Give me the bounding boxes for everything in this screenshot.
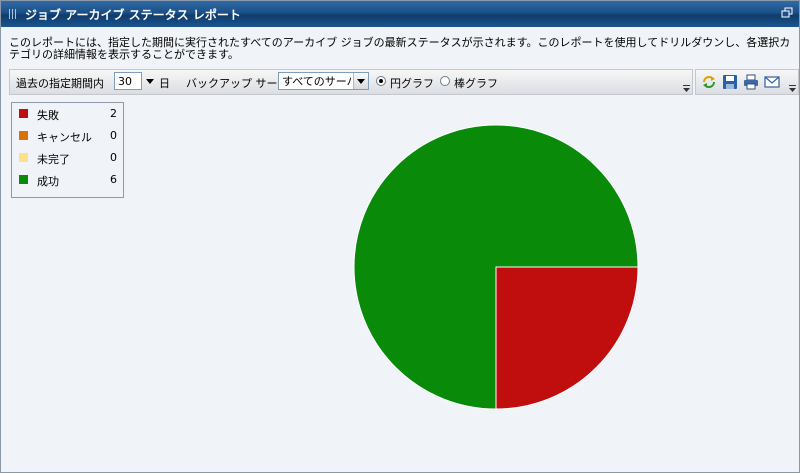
email-icon[interactable] — [763, 73, 781, 91]
legend-value: 0 — [110, 151, 117, 164]
pie-chart-radio[interactable] — [376, 76, 386, 86]
legend-swatch — [19, 153, 28, 162]
drag-grip-icon[interactable] — [9, 9, 17, 19]
chevron-down-icon — [357, 79, 365, 84]
server-select-value: すべてのサーバ — [282, 75, 358, 88]
report-window: ジョブ アーカイブ ステータス レポート このレポートには、指定した期間に実行さ… — [0, 0, 800, 473]
legend-label: 未完了 — [37, 153, 70, 166]
legend-swatch — [19, 175, 28, 184]
server-select[interactable]: すべてのサーバ — [278, 72, 369, 90]
legend-label: 成功 — [37, 175, 59, 188]
restore-icon[interactable] — [781, 7, 793, 19]
legend-swatch — [19, 131, 28, 140]
title-bar: ジョブ アーカイブ ステータス レポート — [1, 1, 799, 27]
print-icon[interactable] — [742, 73, 760, 91]
legend-swatch — [19, 109, 28, 118]
legend-value: 0 — [110, 129, 117, 142]
legend-item-incomplete[interactable]: 未完了 0 — [12, 149, 123, 171]
legend-value: 6 — [110, 173, 117, 186]
pie-chart-label: 円グラフ — [390, 77, 434, 90]
legend-value: 2 — [110, 107, 117, 120]
server-dropdown-button[interactable] — [353, 73, 368, 89]
pie-slice-0[interactable] — [495, 266, 639, 410]
refresh-icon[interactable] — [700, 73, 718, 91]
period-unit-label: 日 — [159, 77, 170, 90]
legend-item-failed[interactable]: 失敗 2 — [12, 105, 123, 127]
toolbar-overflow-icon[interactable] — [789, 85, 796, 92]
toolbar-overflow-icon[interactable] — [683, 85, 690, 92]
chart-legend: 失敗 2 キャンセル 0 未完了 0 成功 6 — [11, 102, 124, 198]
server-label: バックアップ サーバ: — [186, 77, 293, 90]
window-title: ジョブ アーカイブ ステータス レポート — [25, 8, 241, 22]
pie-chart — [353, 124, 639, 410]
legend-label: 失敗 — [37, 109, 59, 122]
legend-item-success[interactable]: 成功 6 — [12, 171, 123, 193]
save-icon[interactable] — [721, 73, 739, 91]
legend-label: キャンセル — [37, 131, 92, 144]
bar-chart-label: 棒グラフ — [454, 77, 498, 90]
period-label: 過去の指定期間内 — [16, 77, 104, 90]
period-dropdown-icon[interactable] — [146, 79, 154, 84]
action-toolbar — [695, 69, 799, 95]
period-input[interactable]: 30 — [114, 72, 142, 90]
report-description: このレポートには、指定した期間に実行されたすべてのアーカイブ ジョブの最新ステー… — [9, 36, 791, 61]
filter-toolbar: 過去の指定期間内 30 日 バックアップ サーバ: すべてのサーバ 円グラフ 棒… — [9, 69, 693, 95]
legend-item-cancelled[interactable]: キャンセル 0 — [12, 127, 123, 149]
bar-chart-radio[interactable] — [440, 76, 450, 86]
